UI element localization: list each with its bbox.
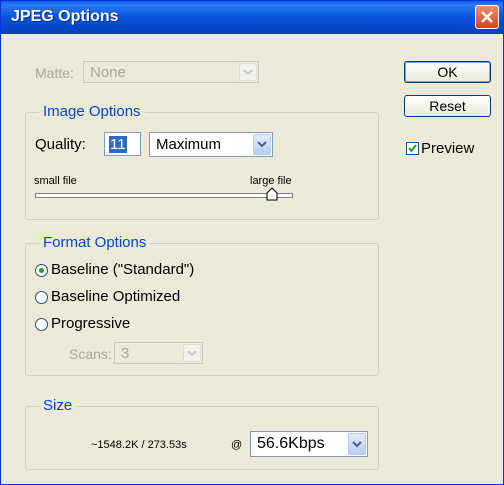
quality-dropdown-arrow[interactable] [253, 134, 271, 155]
radio-baseline-standard[interactable] [35, 264, 48, 277]
chevron-down-icon [243, 69, 253, 76]
slider-max-label: large file [250, 175, 292, 187]
quality-slider-thumb[interactable] [266, 187, 278, 201]
radio-progressive[interactable] [35, 318, 48, 331]
scans-dropdown-arrow [183, 344, 201, 362]
connection-speed-select[interactable]: 56.6Kbps [250, 431, 368, 457]
radio-baseline-optimized[interactable] [35, 291, 48, 304]
image-options-group [25, 112, 379, 220]
scans-value: 3 [121, 345, 130, 362]
image-options-legend: Image Options [39, 103, 145, 120]
matte-value: None [90, 64, 126, 81]
preview-checkbox[interactable] [406, 142, 419, 155]
quality-input[interactable]: 11 [104, 132, 141, 156]
chevron-down-icon [187, 350, 197, 357]
quality-label: Quality: [35, 136, 86, 153]
title-bar[interactable]: JPEG Options [1, 1, 503, 34]
connection-speed-value: 56.6Kbps [257, 435, 325, 452]
scans-select: 3 [114, 342, 203, 364]
slider-min-label: small file [34, 175, 77, 187]
matte-select: None [83, 61, 259, 83]
size-legend: Size [39, 397, 77, 414]
option-baseline-optimized-label: Baseline Optimized [51, 288, 181, 305]
option-baseline-standard-label: Baseline ("Standard") [51, 261, 195, 278]
matte-label: Matte: [35, 65, 74, 81]
matte-dropdown-arrow [239, 63, 257, 81]
close-icon [481, 11, 493, 23]
chevron-down-icon [257, 141, 267, 148]
close-button[interactable] [475, 5, 499, 29]
preview-label: Preview [421, 140, 475, 157]
scans-label: Scans: [69, 346, 112, 362]
chevron-down-icon [352, 441, 362, 448]
option-progressive-label: Progressive [51, 315, 131, 332]
quality-slider-track[interactable] [35, 193, 293, 198]
size-estimate: ~1548.2K / 273.53s [91, 439, 187, 451]
quality-value: 11 [109, 136, 127, 153]
dialog-title: JPEG Options [11, 8, 119, 25]
jpeg-options-dialog: JPEG Options Matte: None OK Reset Previe… [0, 0, 504, 485]
speed-dropdown-arrow[interactable] [348, 433, 366, 455]
format-options-legend: Format Options [39, 234, 151, 251]
at-symbol: @ [231, 439, 243, 451]
checkmark-icon [408, 144, 417, 153]
ok-button[interactable]: OK [404, 61, 491, 83]
reset-button[interactable]: Reset [404, 95, 491, 117]
quality-preset-select[interactable]: Maximum [149, 132, 273, 157]
radio-selected-dot [39, 268, 44, 273]
quality-preset-value: Maximum [156, 136, 222, 153]
